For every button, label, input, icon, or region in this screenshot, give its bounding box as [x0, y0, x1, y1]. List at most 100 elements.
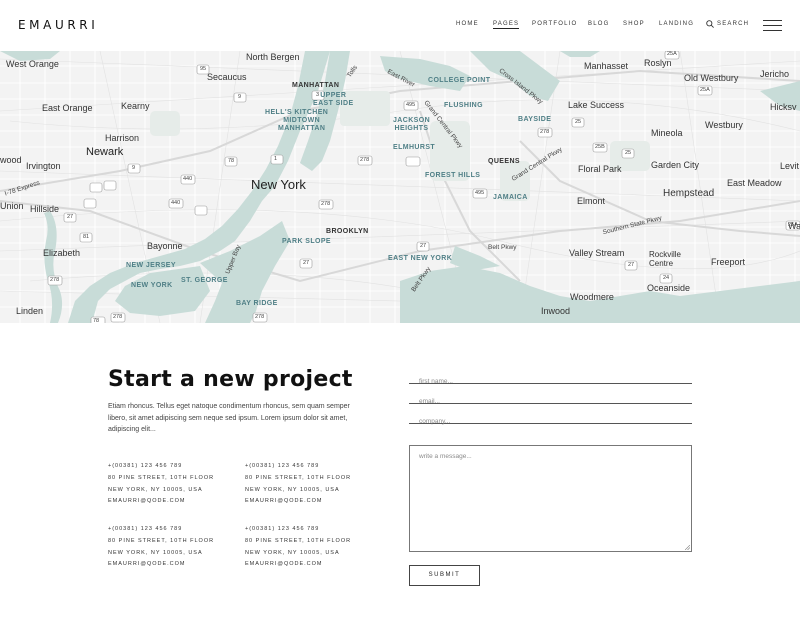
contact-email[interactable]: EMAURRI@QODE.COM	[108, 496, 238, 508]
map-label-old-westbury: Old Westbury	[684, 73, 739, 83]
map-district-college-point: COLLEGE POINT	[428, 77, 491, 84]
main-nav: HOME PAGES PORTFOLIO BLOG SHOP LANDING	[0, 21, 800, 33]
first-name-field-wrapper	[409, 370, 692, 388]
map-label-freeport: Freeport	[711, 257, 746, 267]
map-shield: 25B	[595, 144, 605, 150]
contact-city: NEW YORK, NY 10005, USA	[245, 486, 340, 493]
map-district-hells-kitchen: HELL'S KITCHEN	[265, 109, 329, 116]
first-name-field[interactable]	[409, 375, 692, 388]
site-header: EMAURRI HOME PAGES PORTFOLIO BLOG SHOP L…	[0, 0, 800, 51]
map-label-mineola: Mineola	[651, 128, 683, 138]
company-field[interactable]	[409, 415, 692, 428]
map-shield: 278	[321, 201, 331, 207]
map-label-lake-success: Lake Success	[568, 100, 625, 110]
map-label-irvington: Irvington	[26, 161, 61, 171]
map-district-bay-ridge: BAY RIDGE	[236, 300, 278, 307]
contact-city: NEW YORK, NY 10005, USA	[245, 549, 340, 556]
contact-street: 80 PINE STREET, 10TH FLOOR	[245, 474, 352, 481]
map-shield: 24	[663, 275, 670, 281]
map-shield: 25A	[788, 222, 798, 228]
map-label-floral-park: Floral Park	[578, 164, 622, 174]
map-shield: 495	[406, 102, 416, 108]
map-district-jackson-heights: JACKSON HEIGHTS	[393, 117, 431, 132]
map-shield: 27	[67, 214, 74, 220]
message-field-wrapper	[409, 445, 692, 552]
submit-button[interactable]: SUBMIT	[409, 565, 480, 586]
map-shield: 278	[540, 129, 550, 135]
map-label-elmont: Elmont	[577, 196, 606, 206]
page-title: Start a new project	[108, 367, 353, 392]
map-shield: 278	[255, 314, 265, 320]
map-district-bayside: BAYSIDE	[518, 116, 552, 123]
map-label-hillside: Hillside	[30, 204, 60, 214]
map-label-wood: wood	[0, 155, 22, 165]
map-district-east-new-york: EAST NEW YORK	[388, 255, 453, 262]
contact-phone[interactable]: +(00381) 123 456 789	[245, 524, 375, 536]
nav-blog[interactable]: BLOG	[588, 21, 609, 27]
contact-phone[interactable]: +(00381) 123 456 789	[108, 524, 238, 536]
map-label-linden: Linden	[16, 306, 44, 316]
message-field[interactable]	[410, 446, 691, 551]
map-district-new-york-state: NEW YORK	[131, 282, 173, 289]
map-shield: 9	[238, 94, 242, 100]
map-district-midtown: MIDTOWN MANHATTAN	[278, 117, 326, 132]
map-shield: 278	[360, 157, 370, 163]
resize-handle-icon[interactable]	[685, 545, 690, 550]
contact-city: NEW YORK, NY 10005, USA	[108, 549, 203, 556]
map-district-park-slope: PARK SLOPE	[282, 238, 331, 245]
map-district-jamaica: JAMAICA	[493, 194, 528, 201]
map-label-roslyn: Roslyn	[644, 58, 672, 68]
nav-landing[interactable]: LANDING	[659, 21, 694, 27]
map-label-jericho: Jericho	[760, 69, 790, 79]
contact-email[interactable]: EMAURRI@QODE.COM	[108, 559, 238, 571]
contact-card: +(00381) 123 456 789 80 PINE STREET, 10T…	[245, 524, 375, 571]
map-label-east-meadow: East Meadow	[727, 178, 782, 188]
map-shield: 25	[575, 119, 582, 125]
contact-city: NEW YORK, NY 10005, USA	[108, 486, 203, 493]
map-shield: 495	[475, 190, 485, 196]
map-label-westbury: Westbury	[705, 120, 743, 130]
map-district-flushing: FLUSHING	[444, 102, 483, 109]
map-district-st-george: ST. GEORGE	[181, 277, 228, 284]
contact-street: 80 PINE STREET, 10TH FLOOR	[108, 537, 215, 544]
map-label-newark: Newark	[86, 146, 124, 158]
map-shield: 440	[183, 176, 193, 182]
map-label-east-orange: East Orange	[42, 103, 93, 113]
email-field[interactable]	[409, 395, 692, 408]
search-label: SEARCH	[717, 21, 750, 27]
contact-card: +(00381) 123 456 789 80 PINE STREET, 10T…	[108, 524, 238, 571]
map-label-west-orange: West Orange	[6, 59, 59, 69]
search-toggle[interactable]: SEARCH	[706, 20, 749, 28]
nav-shop[interactable]: SHOP	[623, 21, 645, 27]
contact-phone[interactable]: +(00381) 123 456 789	[108, 461, 238, 473]
map-shield: 278	[113, 314, 123, 320]
map-shield: 27	[420, 243, 427, 249]
map-label-woodmere: Woodmere	[570, 292, 614, 302]
search-icon	[706, 20, 714, 28]
menu-hamburger-icon[interactable]	[763, 20, 782, 31]
map-label-harrison: Harrison	[105, 133, 140, 143]
map-district-new-jersey: NEW JERSEY	[126, 262, 176, 269]
map-shield: 25A	[700, 87, 710, 93]
map-shield: 278	[50, 277, 60, 283]
nav-portfolio[interactable]: PORTFOLIO	[532, 21, 577, 27]
nav-home[interactable]: HOME	[456, 21, 479, 27]
map-label-inwood: Inwood	[541, 306, 571, 316]
map-label-kearny: Kearny	[121, 101, 150, 111]
contact-phone[interactable]: +(00381) 123 456 789	[245, 461, 375, 473]
contact-email[interactable]: EMAURRI@QODE.COM	[245, 496, 375, 508]
map-label-union: Union	[0, 201, 24, 211]
map-label-garden-city: Garden City	[651, 160, 700, 170]
map-district-forest-hills: FOREST HILLS	[425, 172, 481, 179]
contact-street: 80 PINE STREET, 10TH FLOOR	[245, 537, 352, 544]
map-label-secaucus: Secaucus	[207, 72, 247, 82]
map-shield: 3	[316, 92, 320, 98]
location-map[interactable]: West Orange North Bergen Secaucus Manhas…	[0, 51, 800, 323]
contact-card: +(00381) 123 456 789 80 PINE STREET, 10T…	[245, 461, 375, 508]
map-label-levittown: Levit	[780, 161, 800, 171]
map-district-upper-east-side: UPPER EAST SIDE	[313, 92, 354, 107]
nav-pages[interactable]: PAGES	[493, 21, 520, 29]
map-label-hempstead: Hempstead	[663, 188, 715, 199]
map-label-manhasset: Manhasset	[584, 61, 629, 71]
contact-email[interactable]: EMAURRI@QODE.COM	[245, 559, 375, 571]
